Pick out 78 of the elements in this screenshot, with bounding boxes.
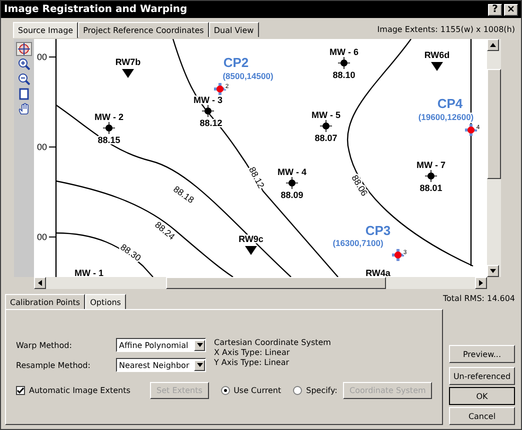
view-tab[interactable]: Dual View <box>208 22 259 37</box>
control-point-coordinates: (8500,14500) <box>222 71 274 81</box>
right-arrow-icon <box>479 280 483 286</box>
zoom-in-tool[interactable] <box>16 57 32 71</box>
well-marker <box>202 104 214 118</box>
zoom-out-tool[interactable] <box>16 72 32 86</box>
view-tab[interactable]: Source Image <box>13 22 78 38</box>
control-point-label: CP2 <box>223 55 249 70</box>
vertical-scrollbar[interactable] <box>487 39 501 277</box>
dialog-button[interactable]: OK <box>449 387 515 405</box>
horizontal-scrollbar[interactable] <box>34 277 487 289</box>
axis-label: 00 <box>37 232 47 242</box>
well-label: MW - 4 <box>278 167 306 177</box>
axis-tick <box>48 146 56 148</box>
axis-tick <box>48 56 56 58</box>
axis-label: 00 <box>37 142 47 152</box>
panel-tab[interactable]: Calibration Points <box>5 294 86 309</box>
axis-tick <box>48 236 56 238</box>
title-bar-button[interactable]: × <box>504 4 518 16</box>
triangle-marker <box>245 246 257 255</box>
well-value: 88.01 <box>420 183 442 193</box>
scroll-thumb[interactable] <box>487 69 501 179</box>
contour-label: 88.12 <box>246 165 266 190</box>
resample-method-label: Resample Method: <box>16 360 92 370</box>
well-value: 88.07 <box>314 133 338 143</box>
radio-label: Specify: <box>306 386 338 395</box>
control-point-marker <box>212 82 228 96</box>
panel-tab[interactable]: Options <box>85 294 126 310</box>
well-label: MW - 6 <box>330 47 358 57</box>
dialog-button[interactable]: Cancel <box>449 407 515 425</box>
dialog-button[interactable]: Preview... <box>449 345 515 363</box>
radio-button[interactable] <box>293 386 302 395</box>
checkbox[interactable] <box>16 386 25 395</box>
well-label: MW - 1 <box>74 268 104 277</box>
well-label: MW - 5 <box>312 110 340 120</box>
control-point-label: CP3 <box>365 223 391 238</box>
control-point-marker <box>464 122 478 138</box>
dropdown-arrow-icon <box>196 343 202 347</box>
triangle-marker <box>431 62 443 71</box>
triangle-marker <box>122 69 134 78</box>
image-extents-text: Image Extents: 1155(w) x 1008(h) <box>377 25 515 34</box>
well-marker <box>424 170 438 182</box>
control-point-label: CP4 <box>437 96 463 111</box>
well-label: RW6d <box>424 50 450 60</box>
checkbox-label: Automatic Image Extents <box>29 386 130 395</box>
coordinate-info-text: X Axis Type: Linear <box>214 348 291 358</box>
well-marker <box>286 176 298 190</box>
checkmark-icon <box>17 387 24 394</box>
scroll-thumb[interactable] <box>166 277 386 289</box>
well-value: 88.10 <box>332 70 356 80</box>
view-tab[interactable]: Project Reference Coordinates <box>78 22 209 37</box>
radio-button[interactable] <box>220 386 230 395</box>
well-label: RW7b <box>115 57 141 67</box>
well-label: RW4a <box>366 268 390 277</box>
radio-label: Use Current <box>234 386 282 395</box>
total-rms-text: Total RMS: 14.604 <box>443 294 515 303</box>
control-point-coordinates: (16300,7100) <box>332 238 384 248</box>
coordinate-info-text: Cartesian Coordinate System <box>214 338 332 348</box>
left-arrow-icon <box>38 280 42 286</box>
warp-method-dropdown[interactable]: Affine Polynomial <box>116 338 206 352</box>
axis-label: 00 <box>37 52 47 62</box>
dropdown-arrow-icon <box>196 363 202 367</box>
title-bar-button[interactable]: ? <box>488 4 502 16</box>
warp-method-label: Warp Method: <box>16 340 73 350</box>
well-marker <box>320 120 332 132</box>
window-title: Image Registration and Warping <box>4 4 188 15</box>
well-marker <box>338 56 350 70</box>
well-value: 88.09 <box>280 190 304 200</box>
dialog-button[interactable]: Un-referenced <box>449 367 515 385</box>
resample-method-dropdown[interactable]: Nearest Neighbor <box>116 358 206 372</box>
coordinate-info-text: Y Axis Type: Linear <box>214 358 290 368</box>
control-point-marker <box>390 248 406 262</box>
up-arrow-icon <box>490 43 496 47</box>
well-label: MW - 7 <box>416 160 446 170</box>
crosshair-tool[interactable] <box>16 42 32 56</box>
well-label: MW - 2 <box>94 112 124 122</box>
down-arrow-icon <box>490 269 496 273</box>
well-marker <box>102 122 116 134</box>
